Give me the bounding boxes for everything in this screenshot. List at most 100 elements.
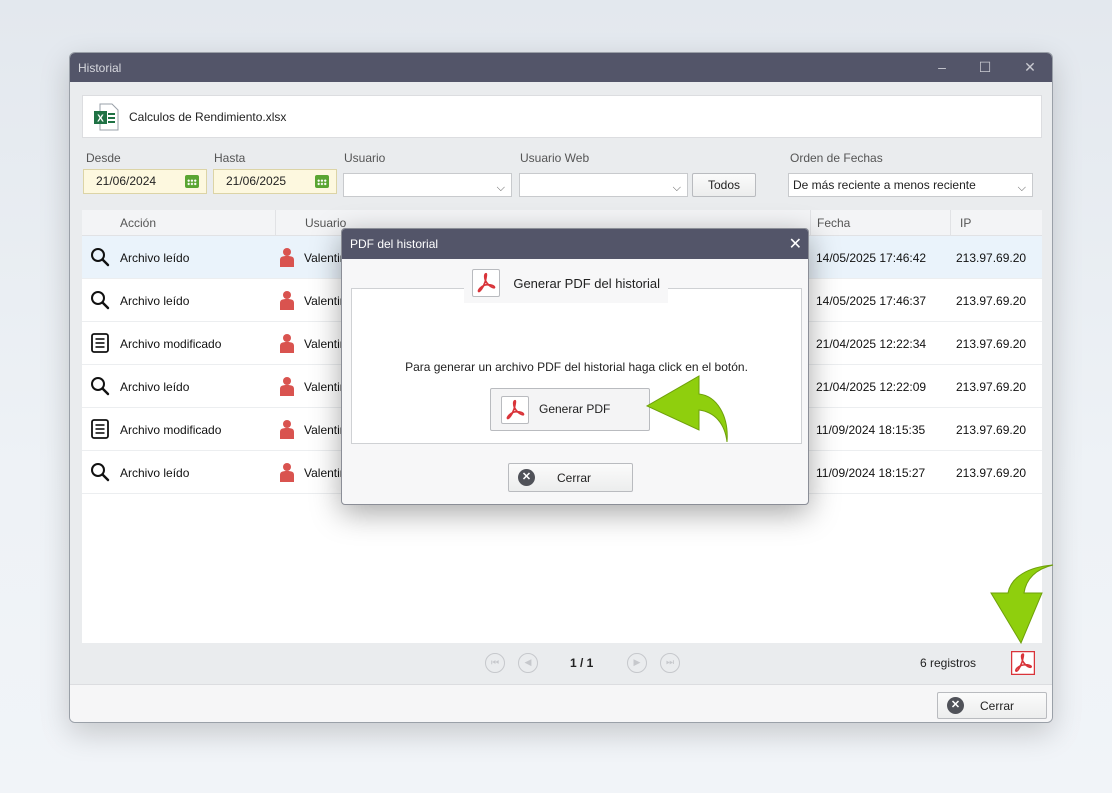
minimize-icon[interactable]: – — [934, 59, 950, 75]
dialog-message: Para generar un archivo PDF del historia… — [405, 360, 748, 374]
search-icon — [91, 248, 110, 267]
cell-accion: Archivo modificado — [120, 337, 222, 351]
orden-select-value: De más reciente a menos reciente — [793, 178, 976, 192]
chevron-down-icon: ⌵ — [672, 182, 681, 194]
cell-accion: Archivo leído — [120, 251, 190, 265]
cell-usuario: Valentin — [304, 294, 342, 308]
chevron-down-icon: ⌵ — [1017, 182, 1026, 194]
next-page-icon[interactable]: ▶ — [627, 653, 647, 673]
desde-date-field[interactable]: 21/06/2024 — [83, 169, 207, 194]
hasta-date-value: 21/06/2025 — [226, 174, 287, 188]
cell-fecha: 21/04/2025 12:22:09 — [816, 380, 927, 394]
column-header-accion[interactable]: Acción — [120, 216, 156, 230]
usuario-web-select[interactable]: ⌵ — [519, 173, 688, 197]
search-icon — [91, 377, 110, 396]
generate-pdf-button[interactable]: Generar PDF — [490, 388, 650, 431]
cell-usuario: Valentin — [304, 380, 342, 394]
maximize-icon[interactable]: ☐ — [977, 59, 993, 75]
column-separator — [810, 210, 811, 236]
cell-usuario: Valentin — [304, 466, 342, 480]
export-pdf-icon[interactable] — [1011, 651, 1035, 675]
close-button-label: Cerrar — [980, 699, 1015, 713]
pdf-group-box: Para generar un archivo PDF del historia… — [351, 288, 802, 444]
dialog-titlebar: PDF del historial ✕ — [342, 229, 808, 259]
close-circle-icon: ✕ — [947, 697, 964, 714]
column-header-fecha[interactable]: Fecha — [817, 216, 850, 230]
pager-bar: ⏮ ◀ 1 / 1 ▶ ⏭ 6 registros — [82, 643, 1042, 683]
cell-fecha: 14/05/2025 17:46:42 — [816, 251, 927, 265]
dialog-close-icon[interactable]: ✕ — [789, 234, 802, 254]
prev-page-icon[interactable]: ◀ — [518, 653, 538, 673]
close-window-icon[interactable]: ✕ — [1022, 59, 1038, 75]
file-info-bar: X Calculos de Rendimiento.xlsx — [82, 95, 1042, 138]
column-header-ip[interactable]: IP — [960, 216, 971, 230]
user-icon — [280, 248, 294, 267]
close-button[interactable]: ✕ Cerrar — [937, 692, 1047, 719]
hasta-label: Hasta — [214, 151, 246, 165]
first-page-icon[interactable]: ⏮ — [485, 653, 505, 673]
window-titlebar: Historial – ☐ ✕ — [70, 53, 1052, 82]
hasta-date-field[interactable]: 21/06/2025 — [213, 169, 337, 194]
excel-icon: X — [94, 103, 119, 131]
user-icon — [280, 377, 294, 396]
dialog-close-button[interactable]: ✕ Cerrar — [508, 463, 633, 492]
desde-label: Desde — [86, 151, 121, 165]
generate-pdf-label: Generar PDF — [539, 402, 611, 416]
group-title: Generar PDF del historial — [513, 275, 661, 291]
cell-fecha: 14/05/2025 17:46:37 — [816, 294, 927, 308]
cell-accion: Archivo modificado — [120, 423, 222, 437]
pdf-icon — [472, 269, 500, 297]
svg-text:X: X — [97, 114, 104, 125]
dialog-title: PDF del historial — [350, 237, 439, 251]
cell-ip: 213.97.69.20 — [956, 337, 1027, 351]
pdf-dialog: PDF del historial ✕ Para generar un arch… — [341, 228, 809, 505]
usuario-select[interactable]: ⌵ — [343, 173, 512, 197]
usuario-label: Usuario — [344, 151, 386, 165]
group-legend: Generar PDF del historial — [464, 269, 669, 303]
column-header-usuario[interactable]: Usuario — [305, 216, 346, 230]
search-icon — [91, 291, 110, 310]
cell-accion: Archivo leído — [120, 380, 190, 394]
cell-usuario: Valentin — [304, 251, 342, 265]
column-separator — [275, 210, 276, 236]
desde-date-value: 21/06/2024 — [96, 174, 157, 188]
usuario-web-label: Usuario Web — [520, 151, 590, 165]
cell-ip: 213.97.69.20 — [956, 423, 1027, 437]
user-icon — [280, 463, 294, 482]
pdf-icon — [501, 396, 529, 424]
cell-fecha: 21/04/2025 12:22:34 — [816, 337, 927, 351]
orden-label: Orden de Fechas — [790, 151, 883, 165]
cell-accion: Archivo leído — [120, 294, 190, 308]
window-footer: ✕ Cerrar — [70, 684, 1052, 722]
cell-ip: 213.97.69.20 — [956, 466, 1027, 480]
orden-select[interactable]: De más reciente a menos reciente ⌵ — [788, 173, 1033, 197]
document-icon — [91, 333, 109, 353]
cell-usuario: Valentin — [304, 337, 342, 351]
file-name: Calculos de Rendimiento.xlsx — [129, 110, 287, 124]
cell-accion: Archivo leído — [120, 466, 190, 480]
record-count: 6 registros — [920, 656, 977, 670]
close-circle-icon: ✕ — [518, 469, 535, 486]
document-icon — [91, 419, 109, 439]
page-indicator: 1 / 1 — [570, 656, 594, 670]
cell-fecha: 11/09/2024 18:15:27 — [816, 466, 926, 480]
pointer-arrow-icon — [990, 564, 1054, 645]
calendar-icon[interactable] — [315, 175, 329, 188]
pointer-arrow-icon — [645, 375, 728, 443]
window-title: Historial — [78, 61, 122, 75]
cell-ip: 213.97.69.20 — [956, 251, 1027, 265]
user-icon — [280, 334, 294, 353]
column-separator — [950, 210, 951, 236]
cell-ip: 213.97.69.20 — [956, 294, 1027, 308]
cell-fecha: 11/09/2024 18:15:35 — [816, 423, 926, 437]
dialog-close-label: Cerrar — [557, 471, 592, 485]
calendar-icon[interactable] — [185, 175, 199, 188]
user-icon — [280, 420, 294, 439]
todos-button[interactable]: Todos — [692, 173, 756, 197]
user-icon — [280, 291, 294, 310]
chevron-down-icon: ⌵ — [496, 182, 505, 194]
cell-usuario: Valentin — [304, 423, 342, 437]
last-page-icon[interactable]: ⏭ — [660, 653, 680, 673]
cell-ip: 213.97.69.20 — [956, 380, 1027, 394]
search-icon — [91, 463, 110, 482]
